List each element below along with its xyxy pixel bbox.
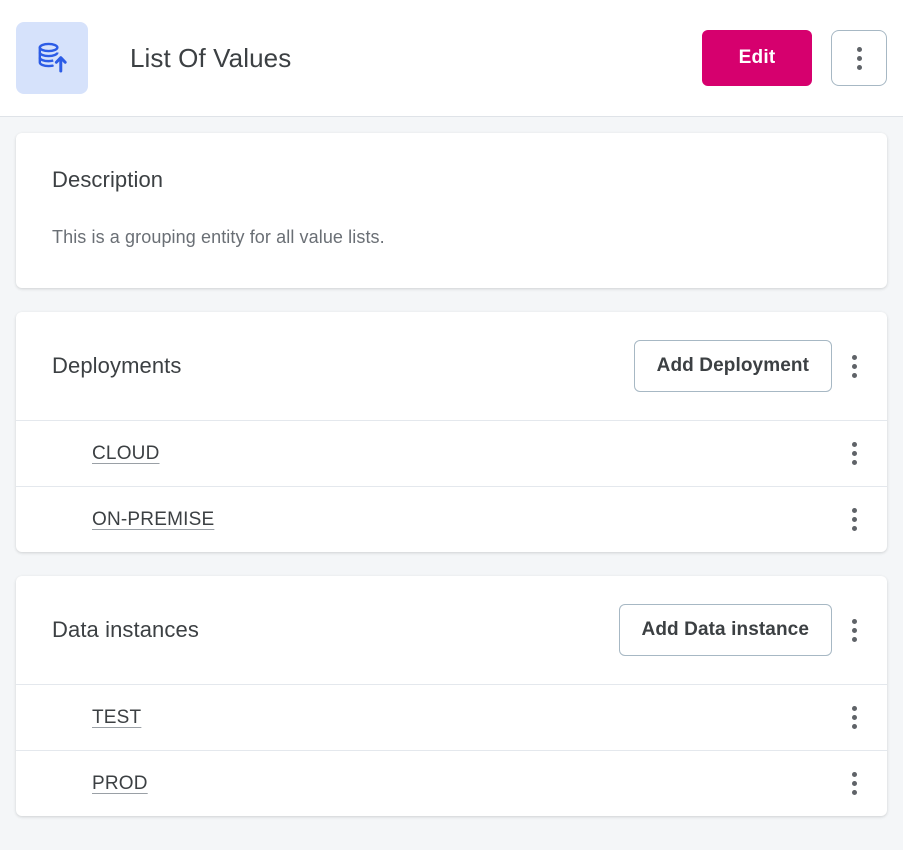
data-instances-card: Data instances Add Data instance TEST PR…: [16, 576, 887, 816]
header-actions: Edit: [702, 30, 887, 86]
deployment-link-on-premise[interactable]: ON-PREMISE: [92, 509, 214, 531]
data-instances-more-options-button[interactable]: [842, 611, 867, 650]
row-actions: [842, 698, 867, 737]
kebab-menu-icon: [852, 772, 857, 795]
deployment-link-cloud[interactable]: CLOUD: [92, 443, 160, 465]
data-instance-row-more-options-button[interactable]: [842, 764, 867, 803]
kebab-menu-icon: [852, 508, 857, 531]
row-actions: [842, 764, 867, 803]
edit-button[interactable]: Edit: [702, 30, 812, 86]
description-card: Description This is a grouping entity fo…: [16, 133, 887, 288]
deployments-card: Deployments Add Deployment CLOUD ON-PREM…: [16, 312, 887, 552]
kebab-menu-icon: [852, 355, 857, 378]
kebab-menu-icon: [857, 47, 862, 70]
database-upload-icon: [35, 41, 69, 75]
deployment-row-more-options-button[interactable]: [842, 500, 867, 539]
data-instance-link-test[interactable]: TEST: [92, 707, 141, 729]
data-instances-heading: Data instances: [52, 617, 199, 643]
add-deployment-button[interactable]: Add Deployment: [634, 340, 832, 392]
deployments-header: Deployments Add Deployment: [16, 312, 887, 420]
description-text: This is a grouping entity for all value …: [52, 227, 851, 248]
add-data-instance-button[interactable]: Add Data instance: [619, 604, 832, 656]
table-row[interactable]: PROD: [16, 750, 887, 816]
data-instances-header-actions: Add Data instance: [619, 604, 867, 656]
data-instances-header: Data instances Add Data instance: [16, 576, 887, 684]
kebab-menu-icon: [852, 619, 857, 642]
data-instance-link-prod[interactable]: PROD: [92, 773, 148, 795]
kebab-menu-icon: [852, 706, 857, 729]
app-header: List Of Values Edit: [0, 0, 903, 117]
row-actions: [842, 500, 867, 539]
table-row[interactable]: TEST: [16, 684, 887, 750]
table-row[interactable]: ON-PREMISE: [16, 486, 887, 552]
deployments-header-actions: Add Deployment: [634, 340, 867, 392]
table-row[interactable]: CLOUD: [16, 420, 887, 486]
row-actions: [842, 434, 867, 473]
deployments-more-options-button[interactable]: [842, 347, 867, 386]
header-more-options-button[interactable]: [831, 30, 887, 86]
data-instance-row-more-options-button[interactable]: [842, 698, 867, 737]
page-content: Description This is a grouping entity fo…: [0, 117, 903, 816]
kebab-menu-icon: [852, 442, 857, 465]
description-heading: Description: [52, 167, 851, 193]
page-title: List Of Values: [130, 43, 291, 74]
deployment-row-more-options-button[interactable]: [842, 434, 867, 473]
deployments-heading: Deployments: [52, 353, 182, 379]
entity-icon-tile: [16, 22, 88, 94]
